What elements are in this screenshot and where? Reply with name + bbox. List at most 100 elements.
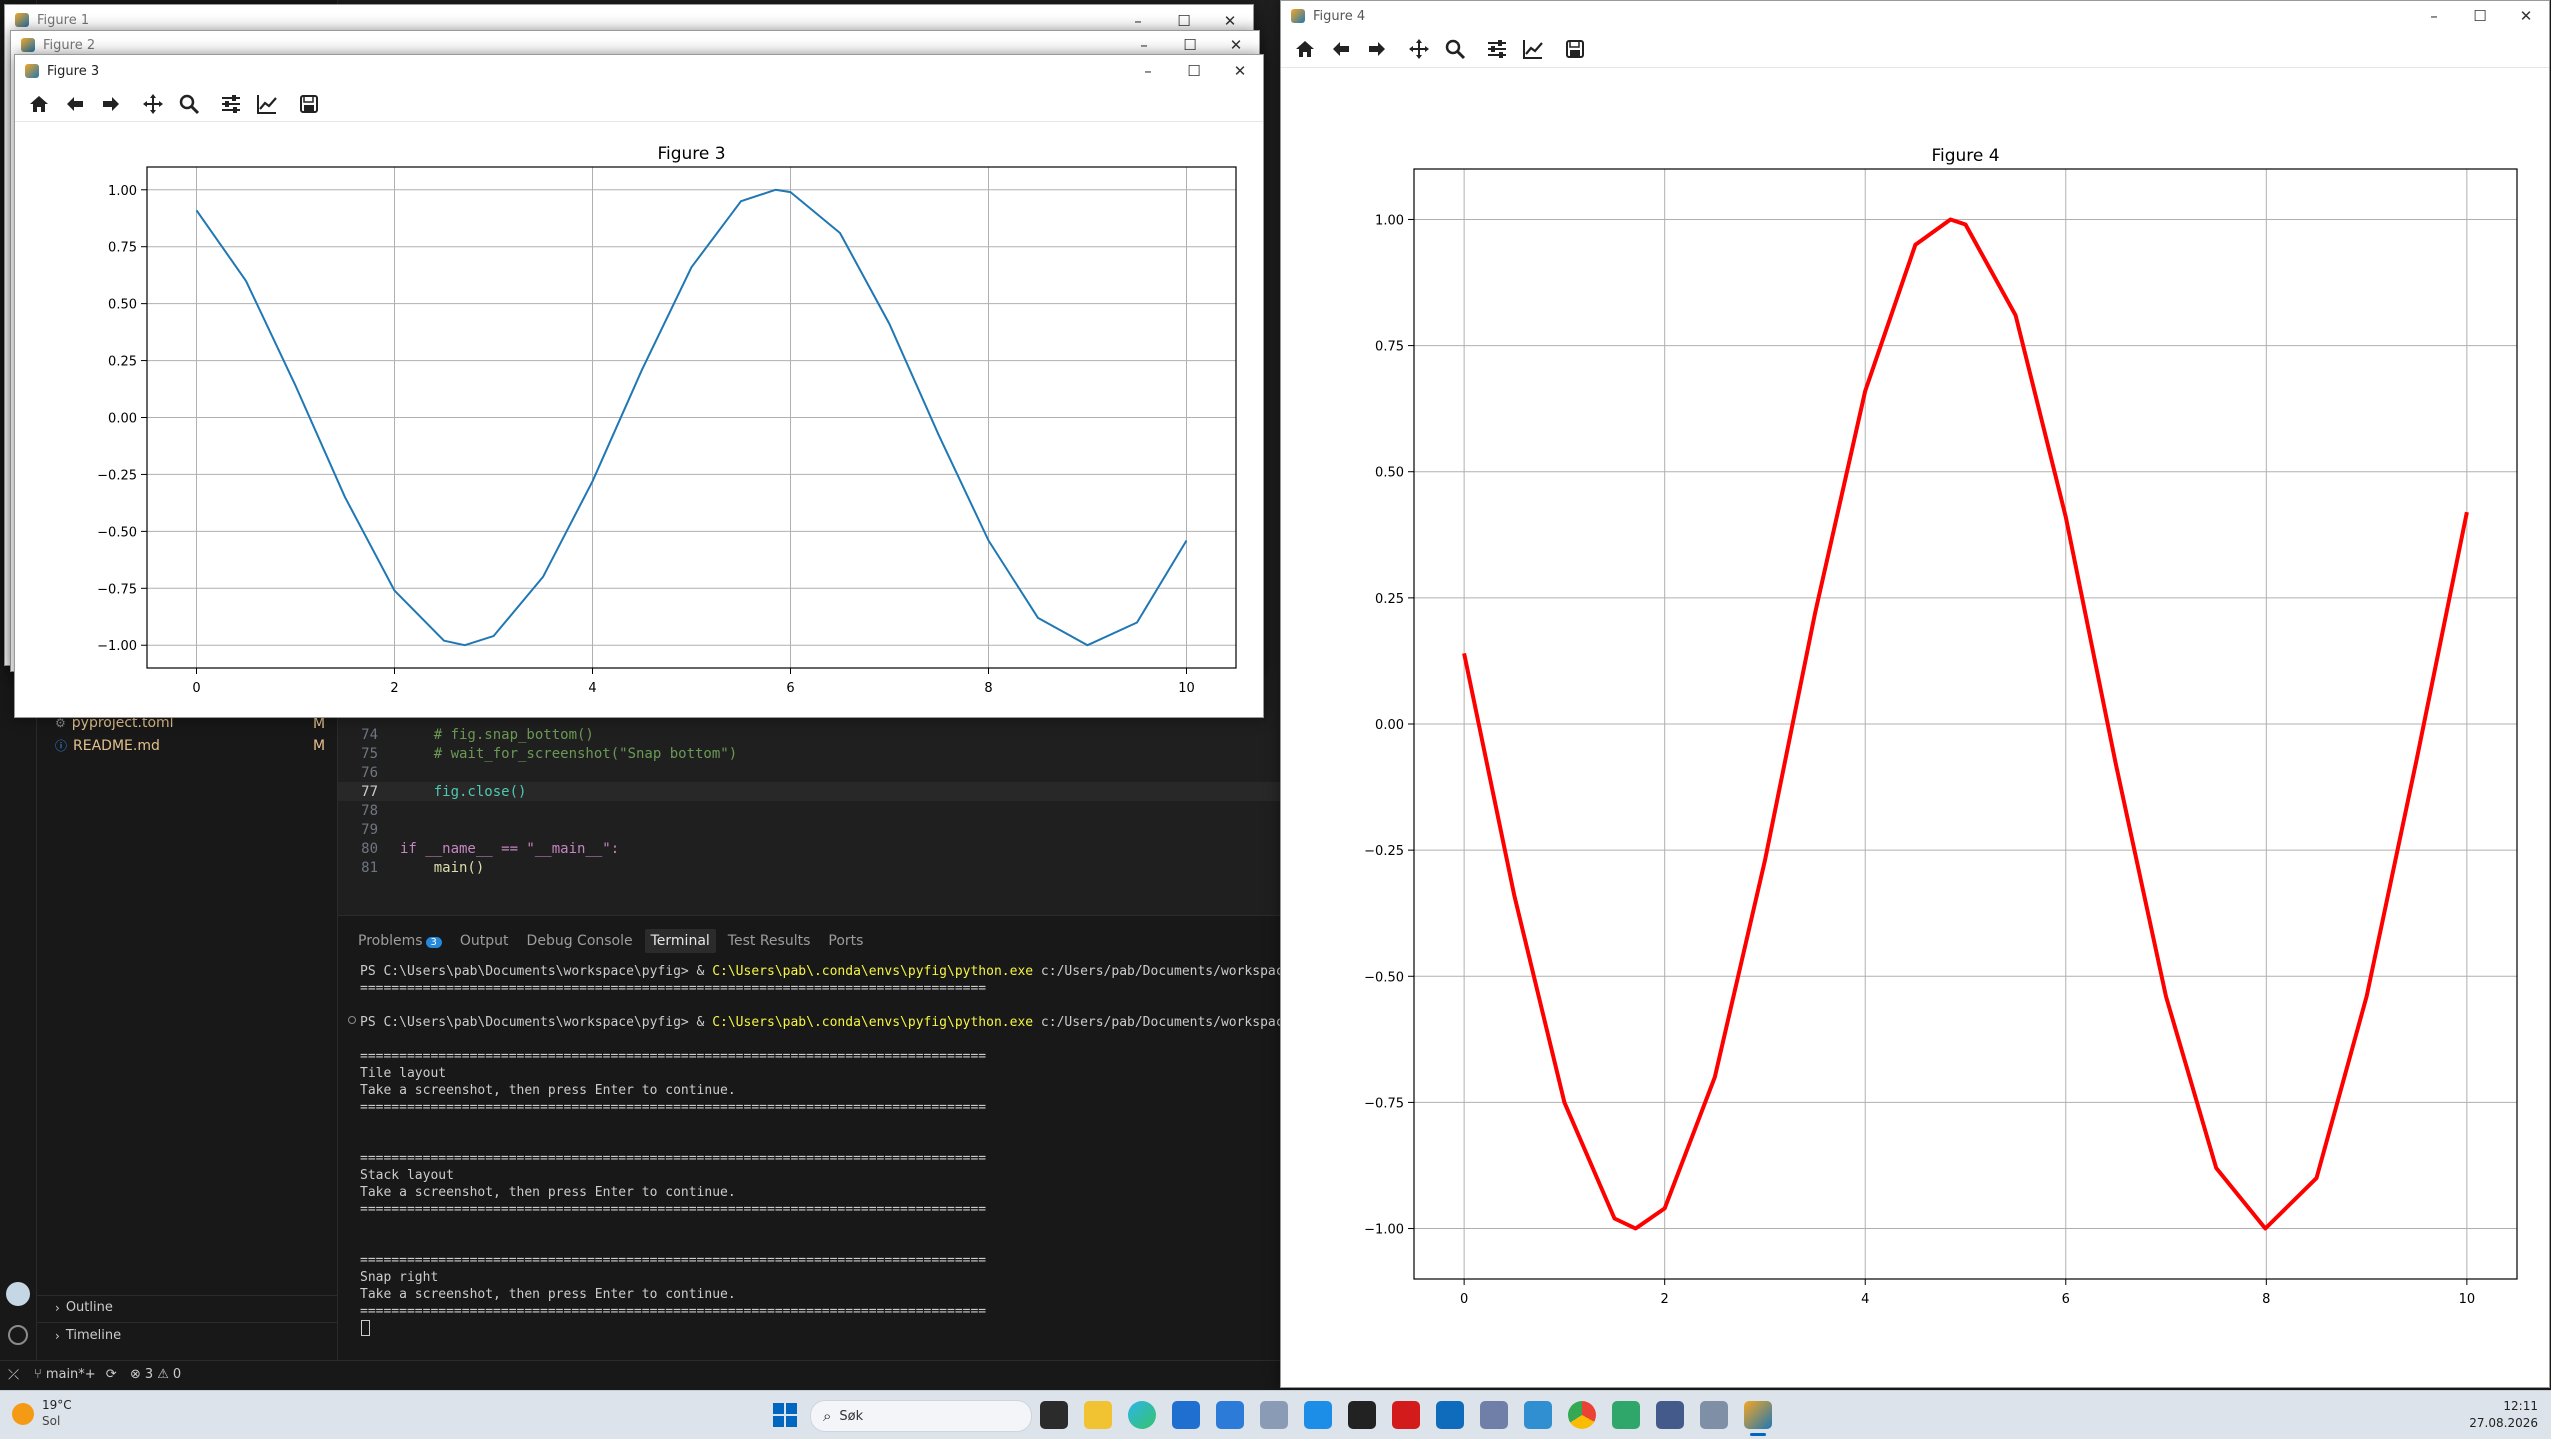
save-icon[interactable] xyxy=(1561,35,1589,63)
pan-icon[interactable] xyxy=(1405,35,1433,63)
tab-label: Output xyxy=(459,933,509,949)
outlook-icon[interactable] xyxy=(1436,1401,1464,1429)
toml-file-icon: ⚙ xyxy=(55,716,66,730)
vscode-icon[interactable] xyxy=(1304,1401,1332,1429)
code-line: 78 xyxy=(338,801,1290,820)
x-tick-label: 10 xyxy=(1178,681,1195,696)
line-number: 80 xyxy=(361,840,378,857)
figure3-window[interactable]: Figure 3 – ☐ ✕ 0 2 4 6 8 10 1.00 0.75 0.50 0.25 0.… xyxy=(14,54,1264,718)
line-number: 77 xyxy=(361,783,378,800)
y-tick-label: 0.50 xyxy=(108,298,137,313)
line-number: 78 xyxy=(361,802,378,819)
tab-ports[interactable]: Ports xyxy=(822,929,869,953)
figure3-chart[interactable]: 0 2 4 6 8 10 1.00 0.75 0.50 0.25 0.00 −0.25 −0.50 −0.… xyxy=(15,122,1261,716)
terminal-icon[interactable] xyxy=(1348,1401,1376,1429)
home-icon[interactable] xyxy=(25,90,53,118)
python-figure-icon[interactable] xyxy=(1744,1401,1772,1429)
close-icon[interactable]: ✕ xyxy=(2503,1,2549,32)
tab-label: Problems xyxy=(358,933,423,949)
bottom-panel: Problems 3 Output Debug Console Terminal Test… xyxy=(338,915,1290,1361)
tab-test-results[interactable]: Test Results xyxy=(722,929,817,953)
notepad-icon[interactable] xyxy=(1524,1401,1552,1429)
file-item-readme[interactable]: ⓘ README.md xyxy=(55,737,160,754)
terminal-exe-path: C:\Users\pab\.conda\envs\pyfig\python.ex… xyxy=(712,1015,1034,1030)
task-view-icon[interactable] xyxy=(1040,1401,1068,1429)
figure4-window[interactable]: Figure 4 – ☐ ✕ 0 2 4 6 8 10 1.00 0.75 0.50 0.25 0.… xyxy=(1280,0,2550,1388)
edit-axis-icon[interactable] xyxy=(1519,35,1547,63)
zoom-icon[interactable] xyxy=(1441,35,1469,63)
x-tick-label: 8 xyxy=(2262,1292,2270,1307)
weather-temp[interactable]: 19°C xyxy=(42,1398,72,1412)
tab-debug-console[interactable]: Debug Console xyxy=(521,929,639,953)
forward-icon[interactable] xyxy=(97,90,125,118)
x-tick-label: 4 xyxy=(588,681,596,696)
remote-icon[interactable]: ⤫ xyxy=(8,1367,19,1383)
back-icon[interactable] xyxy=(1327,35,1355,63)
branch-name: main*+ xyxy=(45,1367,96,1382)
close-icon[interactable]: ✕ xyxy=(1217,55,1263,87)
minimize-icon[interactable]: – xyxy=(2411,1,2457,32)
terminal-line: PS C:\Users\pab\Documents\workspace\pyfi… xyxy=(360,1014,1280,1031)
branch-indicator[interactable]: ⑂ main*+ ⟳ xyxy=(34,1367,117,1382)
remote-desktop-icon[interactable] xyxy=(1216,1401,1244,1429)
clock-time[interactable]: 12:11 xyxy=(2478,1399,2538,1413)
code-line: 74 # fig.snap_bottom() xyxy=(338,725,1290,744)
terminal-output[interactable]: PS C:\Users\pab\Documents\workspace\pyfi… xyxy=(360,963,1280,1320)
acrobat-icon[interactable] xyxy=(1392,1401,1420,1429)
chrome-icon[interactable] xyxy=(1568,1401,1596,1429)
figure4-chart[interactable]: 0 2 4 6 8 10 1.00 0.75 0.50 0.25 0.00 −0.25 −0.50 −0.… xyxy=(1281,68,2547,1384)
app-icon[interactable] xyxy=(1480,1401,1508,1429)
configure-subplots-icon[interactable] xyxy=(1483,35,1511,63)
y-tick-label: −1.00 xyxy=(1364,1223,1404,1238)
code-line: 80 if __name__ == "__main__": xyxy=(338,839,1290,858)
file-explorer-icon[interactable] xyxy=(1084,1401,1112,1429)
app4-icon[interactable] xyxy=(1700,1401,1728,1429)
code-line: 79 xyxy=(338,820,1290,839)
figure3-toolbar xyxy=(15,87,1263,122)
matplotlib-app-icon xyxy=(1291,9,1305,23)
start-windows-icon[interactable] xyxy=(772,1402,798,1428)
app2-icon[interactable] xyxy=(1612,1401,1640,1429)
active-app-indicator xyxy=(1750,1433,1766,1436)
outline-section[interactable]: › Outline xyxy=(55,1300,113,1315)
tab-terminal[interactable]: Terminal xyxy=(644,929,716,953)
store-icon[interactable] xyxy=(1172,1401,1200,1429)
timeline-section[interactable]: › Timeline xyxy=(55,1328,121,1343)
terminal-prompt: PS C:\Users\pab\Documents\workspace\pyfi… xyxy=(360,964,713,979)
home-icon[interactable] xyxy=(1291,35,1319,63)
git-branch-icon: ⑂ xyxy=(34,1367,42,1382)
back-icon[interactable] xyxy=(61,90,89,118)
save-icon[interactable] xyxy=(295,90,323,118)
code-lines: 74 # fig.snap_bottom() 75 # wait_for_scre… xyxy=(338,725,1290,877)
minimize-icon[interactable]: – xyxy=(1125,55,1171,87)
weather-desc[interactable]: Sol xyxy=(42,1414,60,1428)
clock-date[interactable]: 27.08.2026 xyxy=(2458,1416,2538,1430)
window-title: Figure 1 xyxy=(37,12,90,28)
terminal-line: Stack layout xyxy=(360,1168,454,1183)
manage-gear-icon[interactable] xyxy=(8,1325,28,1345)
terminal-line: Take a screenshot, then press Enter to c… xyxy=(360,1083,736,1098)
weather-sun-icon[interactable] xyxy=(12,1403,34,1425)
problems-indicator[interactable]: ⊗ 3 ⚠ 0 xyxy=(130,1367,181,1382)
configure-subplots-icon[interactable] xyxy=(217,90,245,118)
pan-icon[interactable] xyxy=(139,90,167,118)
account-icon[interactable] xyxy=(6,1282,30,1306)
x-tick-label: 8 xyxy=(984,681,992,696)
app3-icon[interactable] xyxy=(1656,1401,1684,1429)
matplotlib-app-icon xyxy=(15,13,29,27)
maximize-icon[interactable]: ☐ xyxy=(2457,1,2503,32)
file-status: M xyxy=(313,716,326,732)
zoom-icon[interactable] xyxy=(175,90,203,118)
tab-output[interactable]: Output xyxy=(454,929,515,953)
edit-axis-icon[interactable] xyxy=(253,90,281,118)
code-text: # wait_for_screenshot("Snap bottom") xyxy=(400,745,738,762)
tab-label: Debug Console xyxy=(526,933,633,949)
taskbar-search[interactable]: ⌕ Søk xyxy=(810,1400,1032,1432)
tab-problems[interactable]: Problems 3 xyxy=(352,929,448,953)
snipping-tool-icon[interactable] xyxy=(1260,1401,1288,1429)
forward-icon[interactable] xyxy=(1363,35,1391,63)
maximize-icon[interactable]: ☐ xyxy=(1171,55,1217,87)
y-tick-label: −0.50 xyxy=(97,525,137,540)
edge-browser-icon[interactable] xyxy=(1128,1401,1156,1429)
